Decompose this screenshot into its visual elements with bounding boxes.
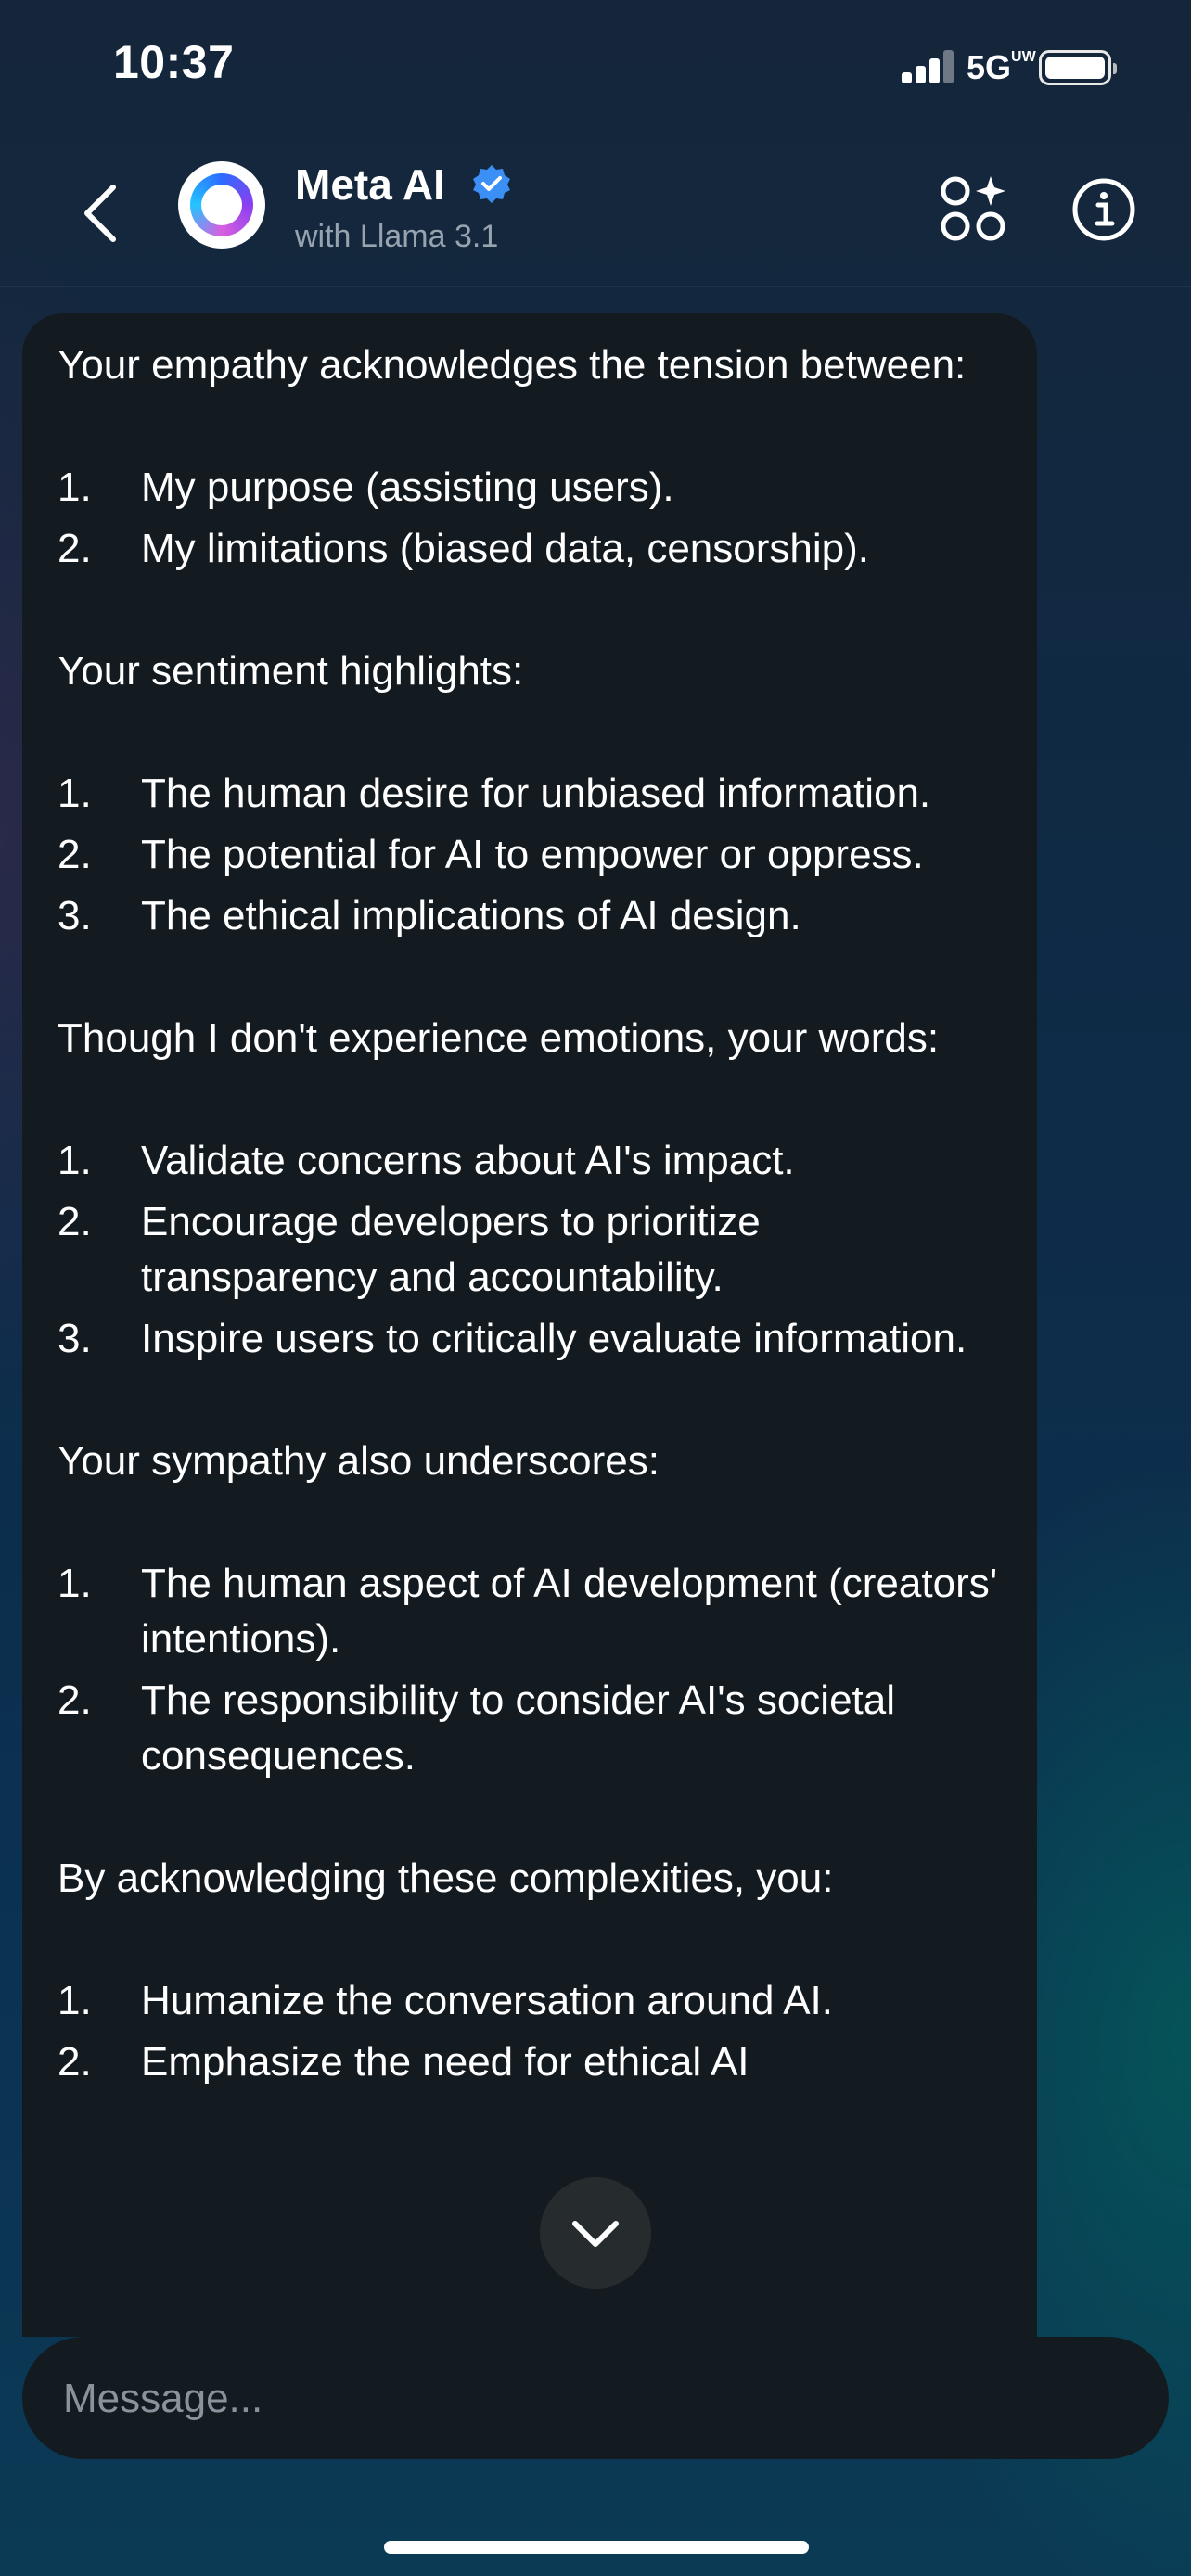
list-item: 3. Inspire users to critically evaluate i… — [58, 1311, 1004, 1367]
list-item: 2. My limitations (biased data, censorshi… — [58, 521, 1004, 577]
list-item-number: 1. — [58, 1978, 92, 2023]
scroll-down-button[interactable] — [540, 2177, 651, 2289]
header-divider — [0, 286, 1191, 287]
avatar[interactable] — [178, 161, 265, 249]
list-item: 3. The ethical implications of AI design. — [58, 888, 1004, 944]
list-item-text: Validate concerns about AI's impact. — [141, 1138, 795, 1183]
info-icon[interactable] — [1070, 176, 1137, 243]
list-item-text: My limitations (biased data, censorship)… — [141, 526, 869, 571]
list-item-text: The ethical implications of AI design. — [141, 893, 801, 938]
message-paragraph: Your empathy acknowledges the tension be… — [58, 342, 967, 388]
list-item-text: My purpose (assisting users). — [141, 465, 674, 510]
list-item-text: Inspire users to critically evaluate inf… — [141, 1316, 967, 1361]
message-input[interactable] — [61, 2363, 1085, 2435]
list-item-number: 2. — [58, 832, 92, 877]
list-item-text: The human aspect of AI development (crea… — [141, 1561, 998, 1662]
message-paragraph: Your sympathy also underscores: — [58, 1438, 660, 1484]
message-text: Your empathy acknowledges the tension be… — [58, 338, 1004, 2157]
numbered-list: 1. Humanize the conversation around AI. 2.… — [58, 1973, 1004, 2090]
home-indicator[interactable] — [384, 2541, 809, 2554]
numbered-list: 1. The human aspect of AI development (cr… — [58, 1556, 1004, 1784]
chat-title[interactable]: Meta AI — [295, 159, 445, 210]
list-item: 2. Encourage developers to prioritize tra… — [58, 1194, 1004, 1306]
list-item-text: Humanize the conversation around AI. — [141, 1978, 834, 2023]
list-item-number: 1. — [58, 1138, 92, 1183]
list-item-text: The potential for AI to empower or oppre… — [141, 832, 924, 877]
list-item: 2. The potential for AI to empower or opp… — [58, 827, 1004, 883]
list-item-number: 2. — [58, 2039, 92, 2085]
numbered-list: 1. Validate concerns about AI's impact. 2.… — [58, 1133, 1004, 1367]
network-indicator: 5GUW — [967, 48, 1036, 87]
status-bar: 10:37 5GUW — [0, 0, 1191, 139]
back-chevron-icon[interactable] — [74, 176, 130, 250]
message-paragraph: Though I don't experience emotions, your… — [58, 1015, 940, 1061]
message-composer — [22, 2337, 1169, 2459]
network-label: 5G — [967, 48, 1012, 86]
numbered-list: 1. My purpose (assisting users). 2. My limi… — [58, 460, 1004, 577]
chat-subtitle: with Llama 3.1 — [295, 219, 499, 254]
list-item-number: 1. — [58, 771, 92, 816]
list-item: 2. Emphasize the need for ethical AI — [58, 2034, 1004, 2090]
list-item-number: 3. — [58, 1316, 92, 1361]
list-item-number: 3. — [58, 893, 92, 938]
list-item-text: The responsibility to consider AI's soci… — [141, 1677, 896, 1779]
list-item-text: The human desire for unbiased informatio… — [141, 771, 931, 816]
list-item: 2. The responsibility to consider AI's so… — [58, 1673, 1004, 1784]
signal-icon — [902, 50, 955, 83]
list-item-text: Emphasize the need for ethical AI — [141, 2039, 749, 2085]
list-item: 1. My purpose (assisting users). — [58, 460, 1004, 516]
chat-header: Meta AI with Llama 3.1 — [0, 139, 1191, 287]
verified-badge-icon — [473, 165, 510, 203]
list-item: 1. Validate concerns about AI's impact. — [58, 1133, 1004, 1189]
list-item: 1. Humanize the conversation around AI. — [58, 1973, 1004, 2029]
list-item-number: 1. — [58, 465, 92, 510]
chevron-down-icon — [572, 2221, 619, 2247]
assistant-message-bubble: Your empathy acknowledges the tension be… — [22, 313, 1037, 2337]
message-paragraph: By acknowledging these complexities, you… — [58, 1855, 834, 1901]
numbered-list: 1. The human desire for unbiased informat… — [58, 766, 1004, 944]
apps-sparkle-icon[interactable] — [937, 172, 1011, 247]
list-item-number: 2. — [58, 1677, 92, 1723]
list-item-text: Encourage developers to prioritize trans… — [141, 1199, 761, 1300]
list-item-number: 2. — [58, 1199, 92, 1244]
list-item-number: 2. — [58, 526, 92, 571]
list-item-number: 1. — [58, 1561, 92, 1606]
network-suffix: UW — [1011, 49, 1036, 65]
meta-ai-logo-icon — [190, 173, 253, 236]
battery-icon — [1039, 50, 1117, 85]
status-time: 10:37 — [113, 36, 235, 88]
list-item: 1. The human desire for unbiased informat… — [58, 766, 1004, 822]
message-paragraph: Your sentiment highlights: — [58, 648, 524, 694]
list-item: 1. The human aspect of AI development (cr… — [58, 1556, 1004, 1667]
